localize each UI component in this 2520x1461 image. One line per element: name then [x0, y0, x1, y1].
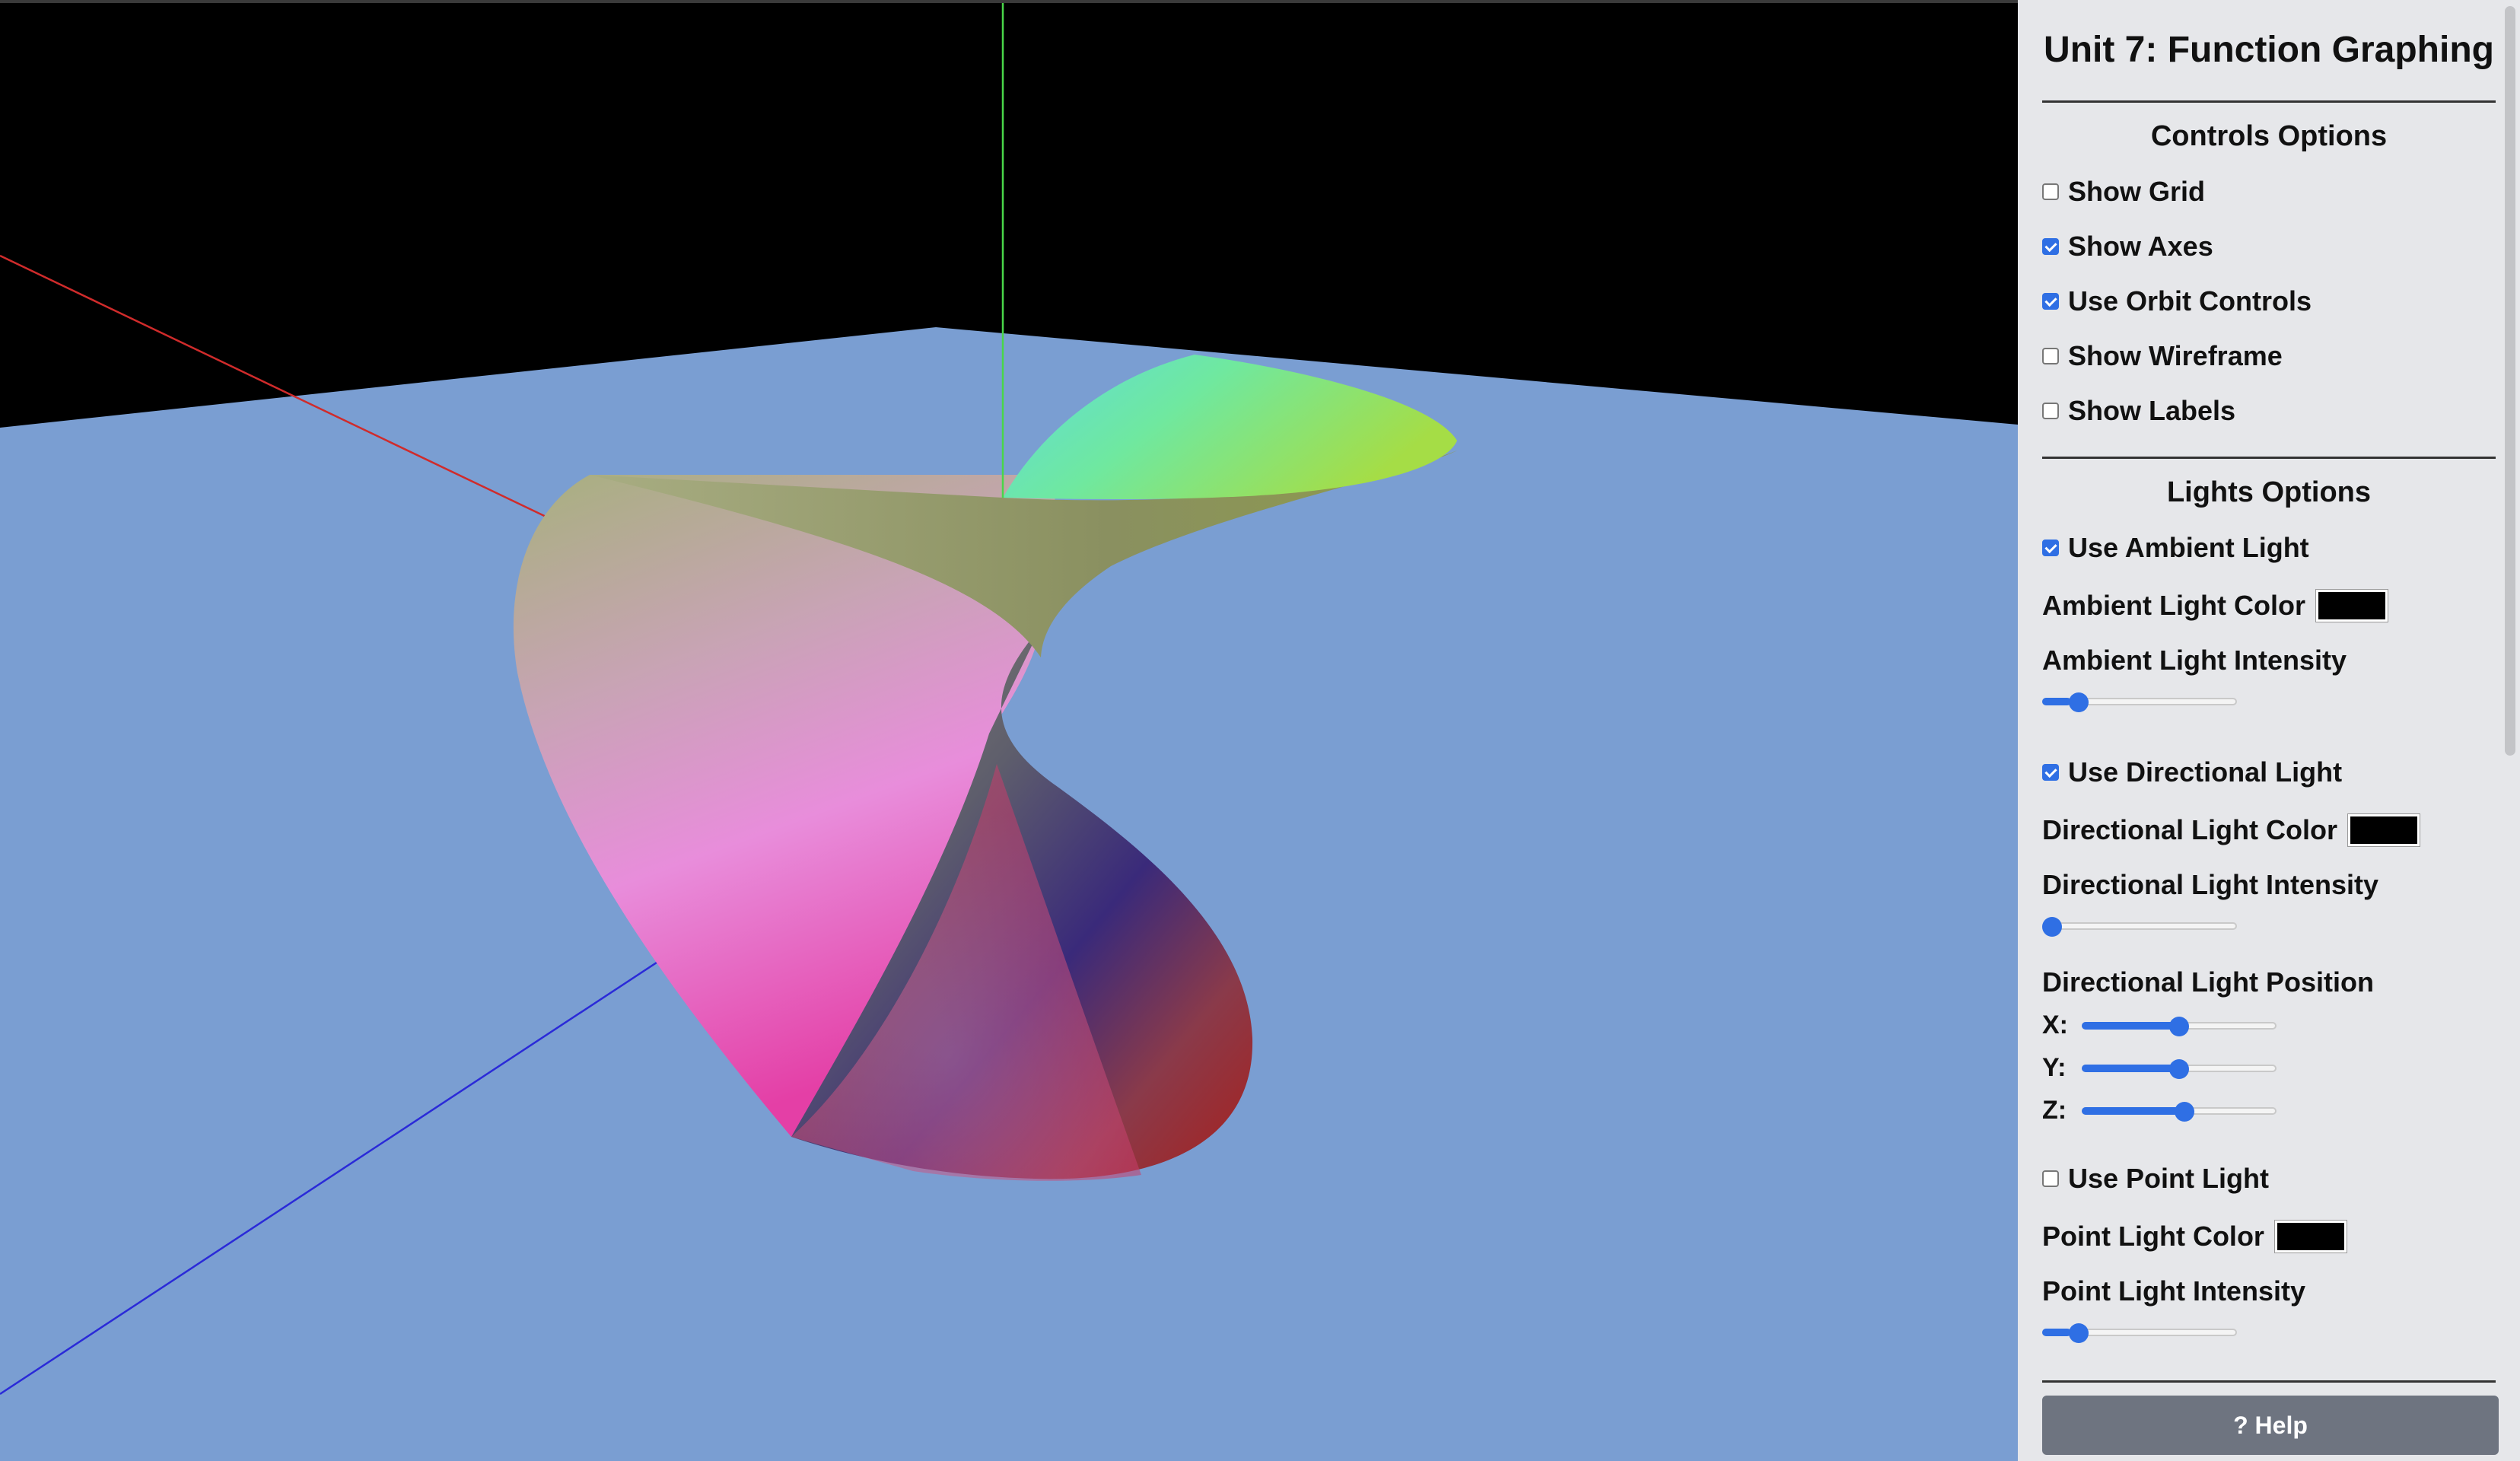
orbit-controls-checkbox[interactable]	[2042, 293, 2059, 310]
divider	[2042, 457, 2496, 459]
show-labels-checkbox[interactable]	[2042, 403, 2059, 419]
point-intensity-label: Point Light Intensity	[2042, 1275, 2305, 1307]
show-wireframe-option[interactable]: Show Wireframe	[2042, 340, 2283, 371]
position-x-label: X:	[2042, 1011, 2068, 1039]
slider-thumb[interactable]	[2169, 1017, 2189, 1036]
point-intensity-row: Point Light Intensity	[2042, 1275, 2305, 1307]
slider-thumb[interactable]	[2068, 1323, 2089, 1343]
graph-canvas[interactable]	[0, 3, 2018, 1461]
show-labels-label: Show Labels	[2068, 395, 2236, 426]
point-color-row: Point Light Color	[2042, 1221, 2347, 1253]
position-z-label: Z:	[2042, 1096, 2067, 1125]
options-panel[interactable]: Unit 7: Function Graphing Controls Optio…	[2018, 0, 2520, 1461]
ambient-color-label: Ambient Light Color	[2042, 590, 2305, 621]
show-grid-label: Show Grid	[2068, 176, 2205, 207]
controls-section-title: Controls Options	[2150, 120, 2388, 152]
position-x-slider[interactable]	[2082, 1017, 2277, 1036]
divider	[2042, 100, 2496, 103]
scene-svg	[0, 3, 2018, 1461]
directional-color-picker[interactable]	[2348, 814, 2420, 846]
directional-intensity-row: Directional Light Intensity	[2042, 869, 2379, 900]
ambient-light-label: Use Ambient Light	[2068, 532, 2309, 563]
directional-light-checkbox[interactable]	[2042, 764, 2059, 781]
directional-color-row: Directional Light Color	[2042, 814, 2420, 846]
ambient-color-row: Ambient Light Color	[2042, 590, 2388, 622]
ambient-light-checkbox[interactable]	[2042, 540, 2059, 556]
show-axes-label: Show Axes	[2068, 231, 2213, 262]
position-z-slider[interactable]	[2082, 1102, 2277, 1122]
help-button[interactable]: ? Help	[2042, 1396, 2499, 1455]
show-labels-option[interactable]: Show Labels	[2042, 395, 2236, 426]
orbit-controls-label: Use Orbit Controls	[2068, 285, 2312, 317]
point-light-label: Use Point Light	[2068, 1163, 2269, 1194]
directional-position-label: Directional Light Position	[2042, 966, 2375, 998]
show-wireframe-checkbox[interactable]	[2042, 348, 2059, 364]
point-light-option[interactable]: Use Point Light	[2042, 1163, 2269, 1194]
show-grid-checkbox[interactable]	[2042, 183, 2059, 200]
slider-thumb[interactable]	[2174, 1102, 2194, 1122]
ambient-color-picker[interactable]	[2315, 590, 2388, 622]
panel-scrollbar[interactable]	[2505, 6, 2515, 756]
directional-color-label: Directional Light Color	[2042, 814, 2338, 845]
point-light-checkbox[interactable]	[2042, 1170, 2059, 1187]
lights-section-title: Lights Options	[2166, 476, 2372, 508]
directional-light-label: Use Directional Light	[2068, 756, 2343, 788]
directional-intensity-slider[interactable]	[2042, 917, 2237, 937]
position-y-slider[interactable]	[2082, 1059, 2277, 1079]
show-axes-checkbox[interactable]	[2042, 238, 2059, 255]
show-axes-option[interactable]: Show Axes	[2042, 231, 2213, 262]
point-intensity-slider[interactable]	[2042, 1323, 2237, 1343]
ambient-intensity-label: Ambient Light Intensity	[2042, 645, 2347, 676]
show-grid-option[interactable]: Show Grid	[2042, 176, 2205, 207]
directional-position-row: Directional Light Position	[2042, 966, 2375, 998]
page-title: Unit 7: Function Graphing	[2044, 30, 2494, 70]
slider-thumb[interactable]	[2068, 692, 2089, 712]
slider-thumb[interactable]	[2169, 1059, 2189, 1079]
directional-intensity-label: Directional Light Intensity	[2042, 869, 2379, 900]
show-wireframe-label: Show Wireframe	[2068, 340, 2283, 371]
ambient-intensity-slider[interactable]	[2042, 692, 2237, 712]
ambient-light-option[interactable]: Use Ambient Light	[2042, 532, 2309, 563]
orbit-controls-option[interactable]: Use Orbit Controls	[2042, 285, 2312, 317]
slider-thumb[interactable]	[2042, 917, 2062, 937]
point-color-label: Point Light Color	[2042, 1221, 2264, 1252]
ambient-intensity-row: Ambient Light Intensity	[2042, 645, 2347, 676]
divider	[2042, 1380, 2496, 1383]
position-y-label: Y:	[2042, 1053, 2067, 1082]
point-color-picker[interactable]	[2274, 1221, 2347, 1253]
directional-light-option[interactable]: Use Directional Light	[2042, 756, 2343, 788]
